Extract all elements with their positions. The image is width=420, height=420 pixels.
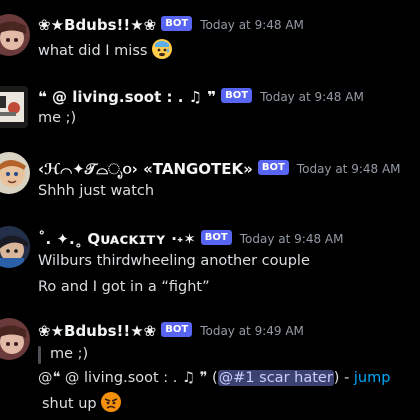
avatar[interactable] [0, 14, 30, 56]
timestamp: Today at 9:48 AM [239, 232, 344, 246]
username[interactable]: ‹ℋ⌒✦𝒯⌓ೃ૦› «TANGOTEK» [38, 160, 253, 178]
message-content: what did I miss [38, 39, 173, 59]
username[interactable]: ˚. ✦.˳ Qᴜᴀᴄᴋɪᴛʏ ·˖✶ [38, 230, 196, 248]
timestamp: Today at 9:49 AM [200, 324, 304, 338]
message-text: Wilburs thirdwheeling another couple [38, 253, 310, 269]
mention[interactable]: @#1 scar hater [217, 370, 334, 386]
timestamp: Today at 9:48 AM [260, 90, 364, 104]
jump-link[interactable]: jump [354, 370, 391, 386]
reply-reference: @❝ @ living.soot : . ♫ ❞ (@#1 scar hater… [38, 370, 390, 386]
quoted-text: me ;) [50, 346, 89, 362]
reply-suffix: ) - [333, 370, 354, 386]
reply-prefix: @❝ @ living.soot : . ♫ ❞ ( [38, 370, 218, 386]
bot-badge: BOT [200, 229, 232, 245]
avatar[interactable] [0, 226, 30, 268]
message-text: shut up [42, 396, 97, 412]
timestamp: Today at 9:48 AM [200, 18, 304, 32]
message-text: what did I miss [38, 43, 148, 59]
bot-badge: BOT [161, 15, 193, 31]
bot-badge: BOT [161, 321, 193, 337]
username[interactable]: ❀★Bdubs!!★❀ [38, 16, 156, 34]
message-content: shut up [42, 392, 122, 412]
message-text: Shhh just watch [38, 183, 155, 199]
avatar[interactable] [0, 86, 28, 128]
angry-emoji-icon [101, 392, 122, 412]
avatar[interactable] [0, 318, 30, 360]
quote-bar [38, 346, 41, 364]
username[interactable]: ❝ @ living.soot : . ♫ ❞ [38, 88, 216, 106]
avatar[interactable] [0, 152, 30, 194]
message-text: Ro and I got in a “fight” [38, 279, 210, 295]
username[interactable]: ❀★Bdubs!!★❀ [38, 322, 156, 340]
anxious-sweat-emoji-icon [152, 39, 173, 59]
message-text: me ;) [38, 110, 77, 126]
timestamp: Today at 9:48 AM [296, 162, 401, 176]
bot-badge: BOT [257, 159, 289, 175]
bot-badge: BOT [221, 87, 253, 103]
